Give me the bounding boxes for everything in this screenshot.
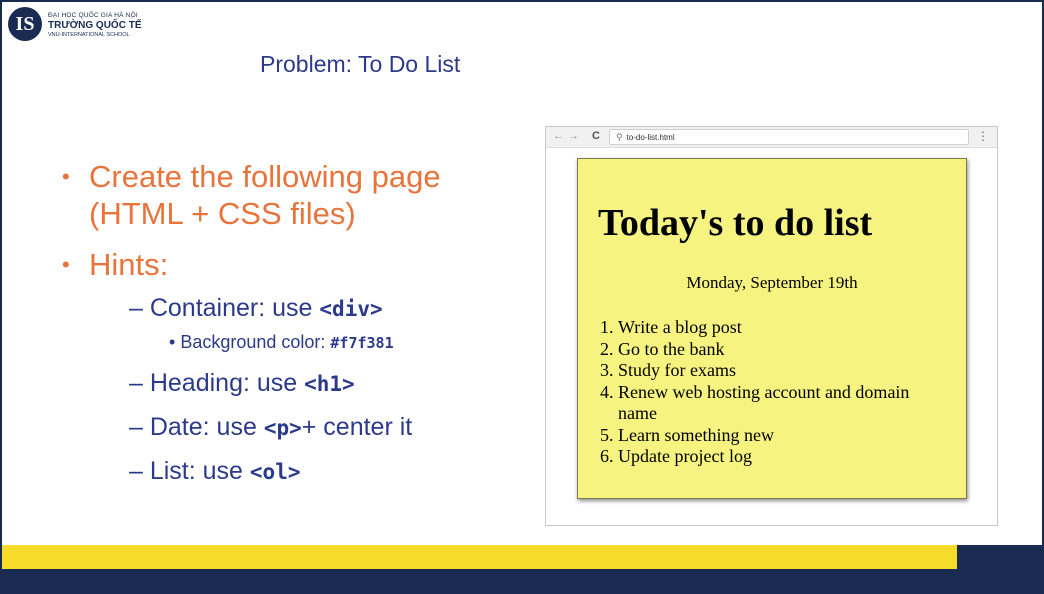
bullet-dot-icon: •: [62, 252, 70, 277]
bullet-hints: • Hints:: [62, 247, 169, 282]
browser-toolbar: ← → C ⚲ to-do-list.html ⋮: [546, 127, 997, 148]
back-icon[interactable]: ←: [553, 130, 564, 142]
bullet-list: • Create the following page (HTML + CSS f…: [62, 158, 542, 500]
hint-list: – List: use <ol>: [129, 457, 301, 485]
list-item: Study for exams: [618, 360, 938, 382]
logo-badge-icon: IS: [8, 7, 42, 41]
hint-date: – Date: use <p>+ center it: [129, 413, 413, 441]
bullet-dot-icon: •: [62, 164, 70, 189]
list-item: Write a blog post: [618, 317, 938, 339]
todo-list: Write a blog post Go to the bank Study f…: [596, 317, 938, 468]
reload-icon[interactable]: C: [592, 130, 600, 142]
forward-icon[interactable]: →: [568, 130, 579, 142]
search-icon: ⚲: [616, 132, 623, 142]
bullet-dot-icon: •: [169, 332, 181, 352]
hint-heading: – Heading: use <h1>: [129, 369, 355, 397]
browser-screenshot: ← → C ⚲ to-do-list.html ⋮ Today's to do l…: [545, 126, 998, 526]
menu-icon[interactable]: ⋮: [977, 129, 989, 143]
slide-title: Problem: To Do List: [260, 51, 461, 77]
list-item: Learn something new: [618, 425, 938, 447]
logo-line-2: TRƯỜNG QUỐC TẾ: [48, 20, 142, 31]
address-url: to-do-list.html: [626, 133, 675, 142]
footer-yellow-bar: [2, 545, 957, 569]
list-item: Renew web hosting account and domain nam…: [618, 382, 938, 425]
address-bar[interactable]: ⚲ to-do-list.html: [609, 129, 969, 145]
bullet-create: • Create the following page (HTML + CSS f…: [62, 159, 441, 231]
logo-line-3: VNU-INTERNATIONAL SCHOOL: [48, 32, 130, 38]
list-item: Update project log: [618, 446, 938, 468]
hint-background-color: • Background color: #f7f381: [169, 332, 394, 352]
school-logo: IS ĐẠI HỌC QUỐC GIA HÀ NỘI TRƯỜNG QUỐC T…: [8, 7, 208, 47]
list-item: Go to the bank: [618, 339, 938, 361]
todo-heading: Today's to do list: [598, 202, 873, 244]
todo-date: Monday, September 19th: [686, 273, 858, 292]
logo-line-1: ĐẠI HỌC QUỐC GIA HÀ NỘI: [48, 12, 138, 19]
hint-container: – Container: use <div>: [129, 294, 383, 322]
todo-container: Today's to do list Monday, September 19t…: [577, 158, 967, 499]
slide: IS ĐẠI HỌC QUỐC GIA HÀ NỘI TRƯỜNG QUỐC T…: [2, 2, 1042, 569]
